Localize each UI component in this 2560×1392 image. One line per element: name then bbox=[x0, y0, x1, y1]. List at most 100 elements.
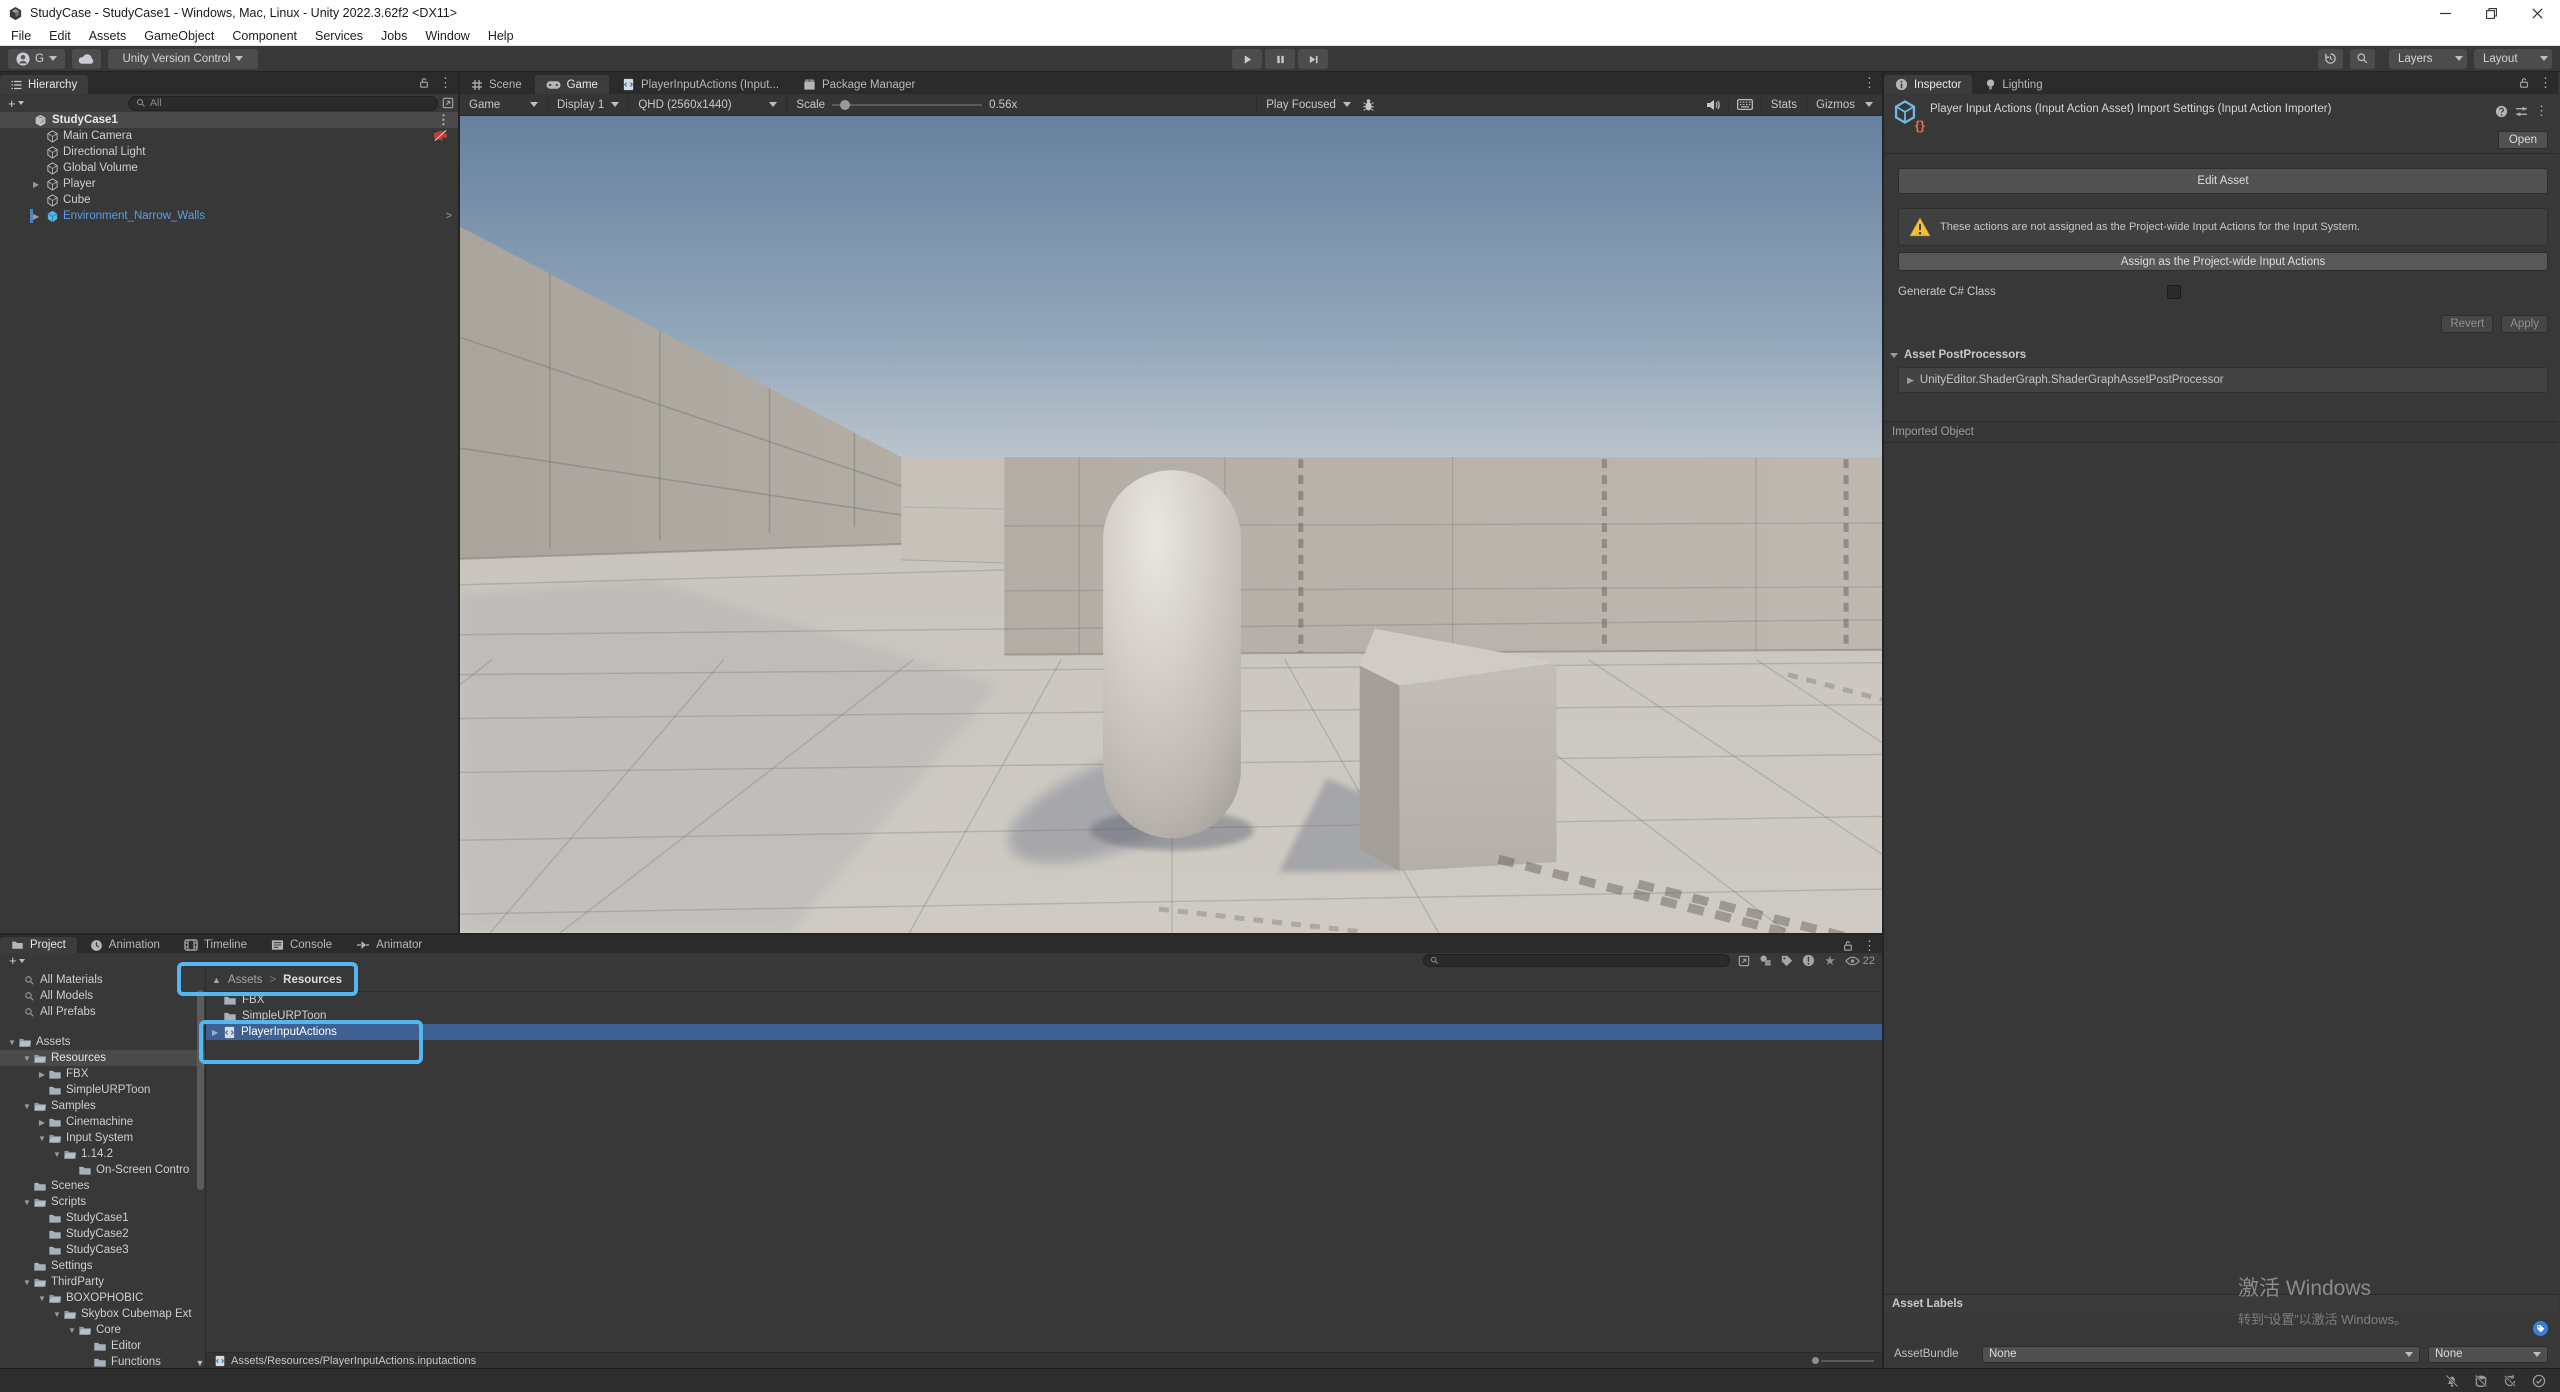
minimize-button[interactable] bbox=[2422, 0, 2468, 26]
tree-folder-boxophobic[interactable]: ▼BOXOPHOBIC bbox=[0, 1290, 205, 1306]
pause-button[interactable] bbox=[1265, 49, 1295, 69]
foldout-closed-icon[interactable]: ▶ bbox=[33, 180, 39, 189]
tree-folder-samples[interactable]: ▼Samples bbox=[0, 1098, 205, 1114]
step-button[interactable] bbox=[1298, 49, 1328, 69]
tab-game[interactable]: Game bbox=[535, 75, 609, 94]
undo-history-button[interactable] bbox=[2318, 49, 2343, 69]
kebab-menu-icon[interactable]: ⋮ bbox=[1863, 938, 1876, 954]
tree-folder-skybox-cubemap-ext[interactable]: ▼Skybox Cubemap Ext bbox=[0, 1306, 205, 1322]
foldout-closed-icon[interactable]: ▶ bbox=[39, 1070, 45, 1079]
collapse-up-icon[interactable]: ▲ bbox=[212, 975, 221, 985]
tree-folder-functions[interactable]: Functions bbox=[0, 1354, 205, 1368]
foldout-open-icon[interactable]: ▼ bbox=[38, 1134, 46, 1143]
restore-button[interactable] bbox=[2468, 0, 2514, 26]
account-button[interactable]: G bbox=[8, 49, 65, 69]
mute-audio-icon[interactable] bbox=[1698, 99, 1728, 111]
lock-icon[interactable] bbox=[2519, 77, 2529, 89]
search-everywhere-button[interactable] bbox=[2350, 49, 2375, 69]
hierarchy-add-button[interactable]: + bbox=[4, 96, 28, 111]
tree-folder-fbx[interactable]: ▶FBX bbox=[0, 1066, 205, 1082]
background-tasks-icon[interactable] bbox=[2532, 1374, 2546, 1388]
search-by-label-icon[interactable] bbox=[1781, 955, 1793, 967]
foldout-open-icon[interactable]: ▼ bbox=[23, 1278, 31, 1287]
tab-timeline[interactable]: Timeline bbox=[173, 937, 258, 953]
foldout-open-icon[interactable]: ▼ bbox=[53, 1310, 61, 1319]
alert-circle-icon[interactable] bbox=[1802, 954, 1815, 967]
tab-lighting[interactable]: Lighting bbox=[1974, 75, 2053, 94]
menu-component[interactable]: Component bbox=[223, 26, 306, 45]
play-button[interactable] bbox=[1232, 49, 1262, 69]
generate-class-checkbox[interactable] bbox=[2167, 285, 2181, 299]
version-control-dropdown[interactable]: Unity Version Control bbox=[108, 49, 258, 69]
menu-jobs[interactable]: Jobs bbox=[372, 26, 416, 45]
help-icon[interactable] bbox=[2495, 105, 2508, 118]
tab-console[interactable]: Console bbox=[260, 937, 343, 953]
postprocessor-row[interactable]: ▶ UnityEditor.ShaderGraph.ShaderGraphAss… bbox=[1898, 367, 2548, 393]
resolution-select[interactable]: QHD (2560x1440) bbox=[629, 94, 787, 115]
project-add-button[interactable]: + bbox=[5, 953, 29, 968]
game-display-popup[interactable]: Game bbox=[460, 94, 548, 115]
cache-server-disconnected-icon[interactable] bbox=[2474, 1374, 2488, 1388]
scale-slider[interactable] bbox=[832, 104, 982, 106]
chevron-right-icon[interactable]: > bbox=[446, 210, 452, 222]
menu-file[interactable]: File bbox=[2, 26, 40, 45]
foldout-open-icon[interactable] bbox=[36, 118, 44, 123]
apply-button[interactable]: Apply bbox=[2501, 315, 2548, 333]
asset-fbx[interactable]: FBX bbox=[206, 992, 1882, 1008]
game-viewport[interactable] bbox=[460, 116, 1882, 933]
foldout-open-icon[interactable]: ▼ bbox=[68, 1326, 76, 1335]
tab-scene[interactable]: Scene bbox=[460, 75, 533, 94]
assetbundle-select[interactable]: None bbox=[1982, 1346, 2420, 1363]
favorites-star-icon[interactable]: ★ bbox=[1824, 953, 1836, 969]
favorite-all-prefabs[interactable]: All Prefabs bbox=[0, 1004, 205, 1020]
lock-icon[interactable] bbox=[419, 77, 429, 89]
hierarchy-search-input[interactable]: All bbox=[128, 96, 438, 111]
tab-playerinputactions-input-[interactable]: PlayerInputActions (Input... bbox=[611, 75, 790, 94]
gizmos-dropdown[interactable]: Gizmos bbox=[1806, 94, 1882, 115]
tree-folder-cinemachine[interactable]: ▶Cinemachine bbox=[0, 1114, 205, 1130]
auto-refresh-disabled-icon[interactable] bbox=[2503, 1374, 2517, 1388]
picker-icon[interactable] bbox=[442, 97, 454, 109]
layers-dropdown[interactable]: Layers bbox=[2389, 49, 2467, 69]
tab-project[interactable]: Project bbox=[0, 937, 77, 953]
foldout-open-icon[interactable]: ▼ bbox=[53, 1150, 61, 1159]
layout-dropdown[interactable]: Layout bbox=[2474, 49, 2552, 69]
tree-folder-scenes[interactable]: Scenes bbox=[0, 1178, 205, 1194]
tab-animation[interactable]: Animation bbox=[79, 937, 171, 953]
stats-toggle[interactable]: Stats bbox=[1761, 94, 1806, 115]
picker-icon[interactable] bbox=[1738, 955, 1750, 967]
kebab-menu-icon[interactable]: ⋮ bbox=[2539, 75, 2552, 91]
scale-slider-handle[interactable] bbox=[840, 100, 850, 110]
tree-folder-studycase1[interactable]: StudyCase1 bbox=[0, 1210, 205, 1226]
breadcrumb-root[interactable]: Assets bbox=[228, 974, 263, 986]
tree-folder-input-system[interactable]: ▼Input System bbox=[0, 1130, 205, 1146]
tree-folder-editor[interactable]: Editor bbox=[0, 1338, 205, 1354]
edit-asset-button[interactable]: Edit Asset bbox=[1898, 168, 2548, 194]
foldout-open-icon[interactable]: ▼ bbox=[23, 1054, 31, 1063]
tree-folder-on-screen-contro[interactable]: On-Screen Contro bbox=[0, 1162, 205, 1178]
tree-folder-settings[interactable]: Settings bbox=[0, 1258, 205, 1274]
scroll-down-arrow-icon[interactable]: ▼ bbox=[195, 1358, 205, 1368]
hierarchy-item-global-volume[interactable]: Global Volume bbox=[0, 160, 458, 176]
assetbundle-variant-select[interactable]: None bbox=[2428, 1346, 2548, 1363]
tab-package-manager[interactable]: Package Manager bbox=[792, 75, 926, 94]
breadcrumb-current[interactable]: Resources bbox=[283, 974, 342, 986]
menu-help[interactable]: Help bbox=[479, 26, 523, 45]
hierarchy-item-directional-light[interactable]: Directional Light bbox=[0, 144, 458, 160]
hierarchy-item-player[interactable]: ▶Player bbox=[0, 176, 458, 192]
foldout-closed-icon[interactable]: ▶ bbox=[33, 212, 39, 221]
foldout-closed-icon[interactable]: ▶ bbox=[39, 1118, 45, 1127]
hierarchy-item-cube[interactable]: Cube bbox=[0, 192, 458, 208]
menu-services[interactable]: Services bbox=[306, 26, 372, 45]
hierarchy-item-environment-narrow-walls[interactable]: ▶Environment_Narrow_Walls> bbox=[0, 208, 458, 224]
tree-folder-1-14-2[interactable]: ▼1.14.2 bbox=[0, 1146, 205, 1162]
tab-animator[interactable]: Animator bbox=[345, 937, 433, 953]
display-select[interactable]: Display 1 bbox=[548, 94, 629, 115]
tab-inspector[interactable]: Inspector bbox=[1884, 75, 1972, 94]
tree-folder-studycase3[interactable]: StudyCase3 bbox=[0, 1242, 205, 1258]
lock-icon[interactable] bbox=[1843, 940, 1853, 952]
foldout-open-icon[interactable]: ▼ bbox=[23, 1102, 31, 1111]
tree-folder-studycase2[interactable]: StudyCase2 bbox=[0, 1226, 205, 1242]
foldout-open-icon[interactable]: ▼ bbox=[8, 1038, 16, 1047]
revert-button[interactable]: Revert bbox=[2441, 315, 2493, 333]
